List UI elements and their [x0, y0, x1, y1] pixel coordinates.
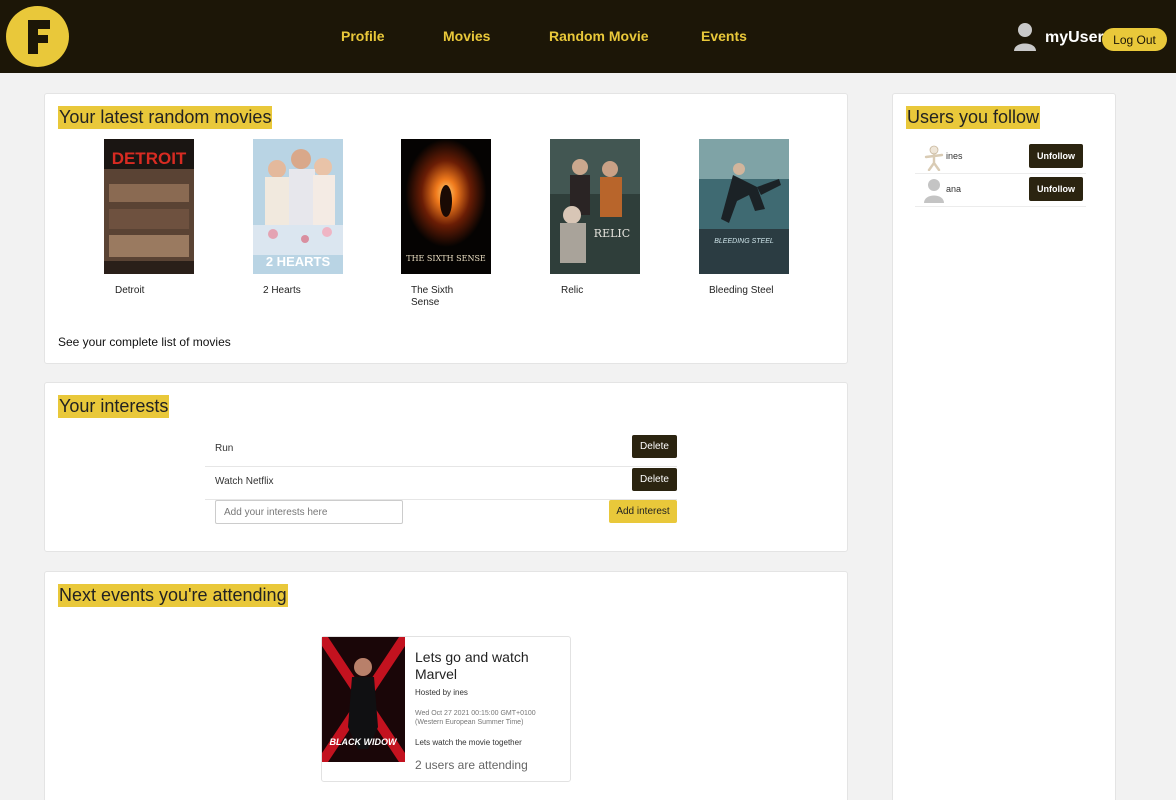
follow-username[interactable]: ines: [946, 151, 963, 161]
interest-row: Watch Netflix Delete: [205, 467, 677, 500]
nav-link-movies[interactable]: Movies: [443, 28, 490, 44]
events-card: Next events you're attending BLACK WIDOW…: [44, 571, 848, 800]
poster-text: RELIC: [594, 227, 630, 240]
event-title[interactable]: Lets go and watch Marvel: [415, 649, 565, 683]
delete-interest-button[interactable]: Delete: [632, 435, 677, 458]
movie-poster-2-hearts[interactable]: 2 HEARTS: [253, 139, 343, 274]
add-interest-button[interactable]: Add interest: [609, 500, 677, 523]
movie-title-detroit[interactable]: Detroit: [115, 285, 175, 297]
event-description: Lets watch the movie together: [415, 738, 522, 747]
following-title: Users you follow: [906, 106, 1041, 129]
figure-icon[interactable]: [923, 145, 945, 176]
follow-username[interactable]: ana: [946, 184, 961, 194]
event-host: Hosted by ines: [415, 688, 468, 697]
random-movies-title: Your latest random movies: [58, 106, 273, 129]
logout-button[interactable]: Log Out: [1102, 28, 1167, 51]
events-title: Next events you're attending: [58, 584, 288, 607]
nav-link-profile[interactable]: Profile: [341, 28, 385, 44]
logo-f-icon: [28, 20, 50, 54]
interests-card: Your interests Run Delete Watch Netflix …: [44, 382, 848, 552]
event-attending-count: 2 users are attending: [415, 758, 528, 772]
event-poster[interactable]: BLACK WIDOW: [317, 634, 410, 765]
random-movies-card: Your latest random movies DETROIT Detroi…: [44, 93, 848, 364]
user-avatar-icon[interactable]: [1013, 22, 1037, 57]
poster-text: BLEEDING STEEL: [714, 238, 774, 245]
following-card: Users you follow ines Unfollow ana Unfol…: [892, 93, 1116, 800]
movie-title-2-hearts[interactable]: 2 Hearts: [263, 285, 323, 297]
event-date: Wed Oct 27 2021 00:15:00 GMT+0100 (Weste…: [415, 710, 536, 726]
poster-text: DETROIT: [112, 149, 187, 168]
interest-label: Watch Netflix: [215, 476, 274, 487]
nav-link-random-movie[interactable]: Random Movie: [549, 28, 649, 44]
interest-label: Run: [215, 443, 234, 454]
event-card[interactable]: BLACK WIDOW Lets go and watch Marvel Hos…: [317, 634, 571, 782]
movie-title-relic[interactable]: Relic: [561, 285, 621, 297]
follow-row: ana Unfollow: [915, 176, 1086, 207]
movie-poster-relic[interactable]: RELIC: [550, 139, 640, 274]
interest-input[interactable]: [215, 500, 403, 524]
follow-row: ines Unfollow: [915, 143, 1086, 174]
movie-title-the-sixth-sense[interactable]: The Sixth Sense: [411, 285, 471, 309]
movie-poster-the-sixth-sense[interactable]: THE SIXTH SENSE: [401, 139, 491, 274]
movie-poster-bleeding-steel[interactable]: BLEEDING STEEL: [699, 139, 789, 274]
movie-title-bleeding-steel[interactable]: Bleeding Steel: [709, 285, 789, 297]
see-complete-movie-list-link[interactable]: See your complete list of movies: [58, 335, 231, 349]
movie-poster-detroit[interactable]: DETROIT: [104, 139, 194, 274]
nav-link-events[interactable]: Events: [701, 28, 747, 44]
app-logo[interactable]: [6, 6, 69, 67]
unfollow-button[interactable]: Unfollow: [1029, 144, 1083, 168]
interest-row: Run Delete: [205, 434, 677, 467]
poster-text: THE SIXTH SENSE: [406, 254, 486, 263]
poster-text: BLACK WIDOW: [330, 737, 398, 747]
user-silhouette-icon[interactable]: [923, 178, 945, 209]
top-navbar: Profile Movies Random Movie Events myUse…: [0, 0, 1176, 73]
current-username: myUser: [1045, 29, 1104, 46]
delete-interest-button[interactable]: Delete: [632, 468, 677, 491]
unfollow-button[interactable]: Unfollow: [1029, 177, 1083, 201]
interests-title: Your interests: [58, 395, 170, 418]
poster-text: 2 HEARTS: [266, 254, 331, 269]
